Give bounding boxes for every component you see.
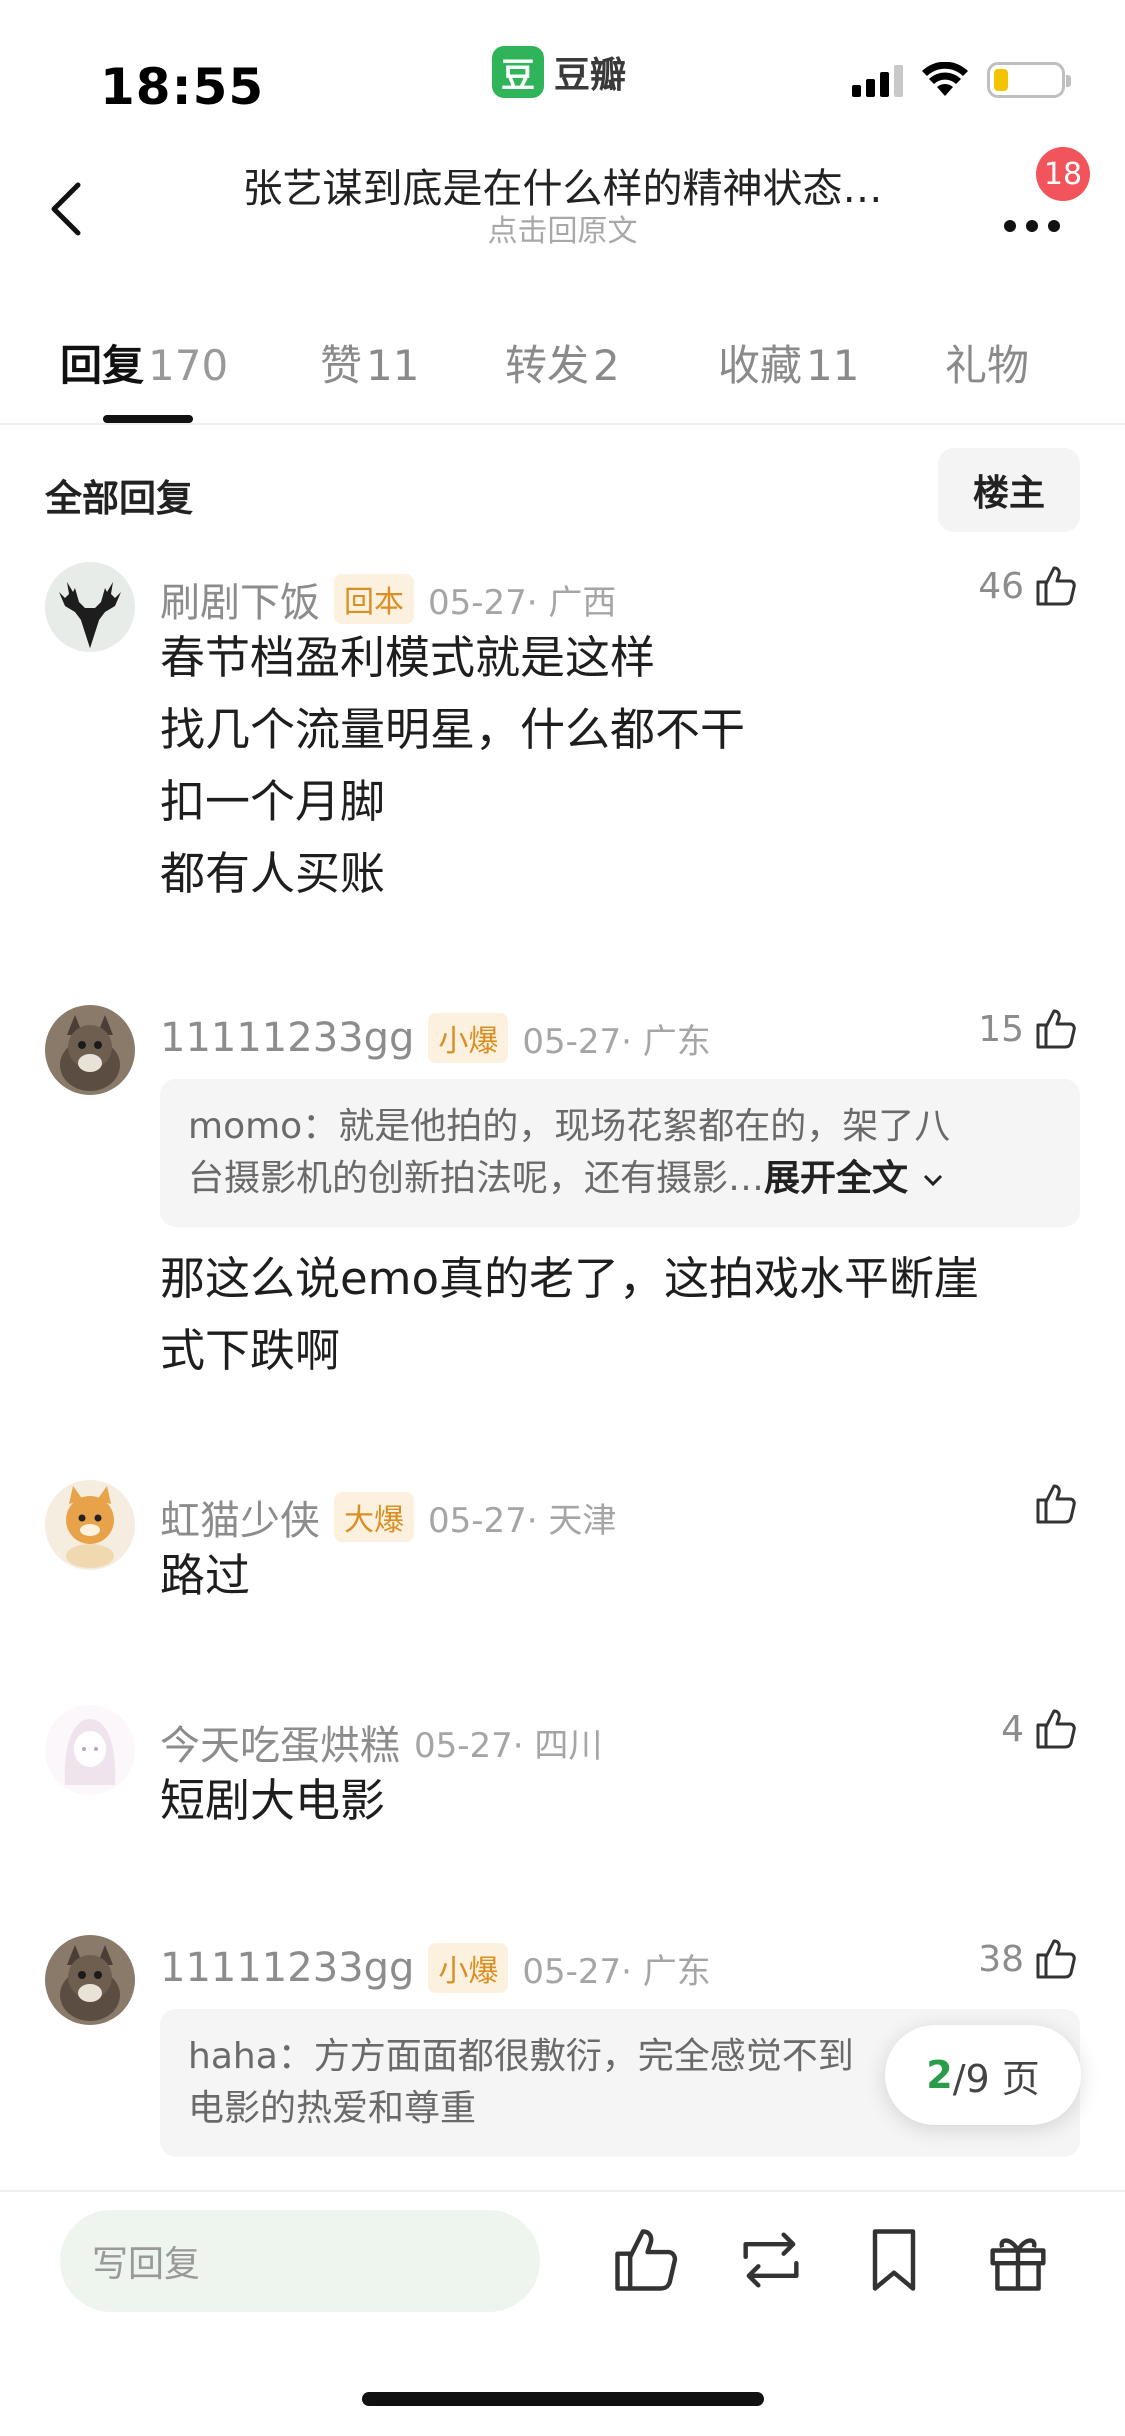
comment-date-location: 05-27· 广西 bbox=[428, 582, 617, 623]
username[interactable]: 刷剧下饭 bbox=[160, 570, 320, 628]
page-indicator-button[interactable]: 2/9 页 bbox=[885, 2025, 1081, 2125]
user-level-badge: 大爆 bbox=[334, 1492, 414, 1542]
like-count: 4 bbox=[1001, 1708, 1024, 1750]
thumbs-up-icon bbox=[1036, 1009, 1076, 1049]
back-to-original-link[interactable]: 点击回原文 bbox=[150, 206, 975, 250]
tab-bar: 回复170 赞11 转发2 收藏11 礼物 bbox=[0, 320, 1125, 425]
tab-gifts[interactable]: 礼物 bbox=[945, 332, 1029, 393]
thumbs-up-icon bbox=[1036, 1939, 1076, 1979]
comment-text: 那这么说emo真的老了，这拍戏水平断崖 式下跌啊 bbox=[160, 1252, 980, 1377]
avatar[interactable] bbox=[45, 562, 135, 652]
like-count: 15 bbox=[978, 1008, 1024, 1050]
app-name: 豆瓣 bbox=[554, 55, 627, 96]
battery-icon bbox=[987, 62, 1071, 98]
cat-avatar-icon bbox=[45, 1935, 135, 2025]
repost-icon[interactable] bbox=[733, 2222, 809, 2298]
notification-badge: 18 bbox=[1036, 147, 1090, 201]
status-time: 18:55 bbox=[100, 58, 265, 116]
username[interactable]: 11111233gg bbox=[160, 1945, 414, 1991]
comment-text: 春节档盈利模式就是这样 找几个流量明星，什么都不干 扣一个月脚 都有人买账 bbox=[160, 631, 746, 900]
like-post-icon[interactable] bbox=[608, 2222, 684, 2298]
deer-avatar-icon bbox=[45, 562, 135, 652]
current-page: 2 bbox=[926, 2053, 953, 2097]
app-badge: 豆 豆瓣 bbox=[492, 46, 626, 98]
op-only-filter-button[interactable]: 楼主 bbox=[938, 448, 1080, 532]
status-bar: 18:55 豆 豆瓣 bbox=[0, 0, 1125, 150]
like-button[interactable]: 46 bbox=[978, 562, 1080, 610]
total-pages: /9 页 bbox=[952, 2056, 1040, 2101]
like-button[interactable]: 4 bbox=[1001, 1705, 1080, 1753]
home-indicator bbox=[362, 2392, 764, 2406]
comment-date-location: 05-27· 天津 bbox=[428, 1500, 617, 1541]
user-level-badge: 回本 bbox=[334, 574, 414, 624]
comment-date-location: 05-27· 广东 bbox=[522, 1021, 711, 1062]
username[interactable]: 虹猫少侠 bbox=[160, 1488, 320, 1546]
gift-icon[interactable] bbox=[980, 2222, 1056, 2298]
comment-date-location: 05-27· 广东 bbox=[522, 1951, 711, 1992]
tab-likes[interactable]: 赞11 bbox=[320, 332, 419, 393]
thumbs-up-icon bbox=[1036, 566, 1076, 606]
cat-avatar-icon bbox=[45, 1005, 135, 1095]
like-count: 38 bbox=[978, 1938, 1024, 1980]
quoted-reply[interactable]: momo：就是他拍的，现场花絮都在的，架了八 台摄影机的创新拍法呢，还有摄影…展… bbox=[160, 1079, 1080, 1227]
comment-text: 短剧大电影 bbox=[160, 1774, 386, 1827]
user-level-badge: 小爆 bbox=[428, 1013, 509, 1063]
thumbs-up-icon bbox=[1036, 1484, 1076, 1524]
anime-girl-avatar-icon bbox=[45, 1705, 135, 1795]
tab-reposts[interactable]: 转发2 bbox=[505, 332, 620, 393]
like-button[interactable]: 15 bbox=[978, 1005, 1080, 1053]
reply-input[interactable]: 写回复 bbox=[60, 2210, 540, 2312]
tab-replies[interactable]: 回复170 bbox=[60, 332, 228, 393]
like-button[interactable] bbox=[1024, 1480, 1080, 1528]
nav-bar: 张艺谋到底是在什么样的精神状态… 点击回原文 bbox=[0, 150, 1125, 260]
chevron-down-icon bbox=[923, 1174, 942, 1187]
comment-text: 路过 bbox=[160, 1549, 251, 1602]
wifi-icon bbox=[922, 62, 968, 96]
tab-favorites[interactable]: 收藏11 bbox=[718, 332, 859, 393]
back-arrow-icon[interactable] bbox=[40, 165, 100, 245]
user-level-badge: 小爆 bbox=[428, 1943, 509, 1993]
avatar[interactable] bbox=[45, 1005, 135, 1095]
comment-date-location: 05-27· 四川 bbox=[414, 1725, 603, 1766]
avatar[interactable] bbox=[45, 1705, 135, 1795]
bookmark-icon[interactable] bbox=[856, 2222, 932, 2298]
tiger-cartoon-avatar-icon bbox=[45, 1480, 135, 1570]
douban-logo-icon: 豆 bbox=[492, 46, 544, 98]
avatar[interactable] bbox=[45, 1935, 135, 2025]
section-title: 全部回复 bbox=[45, 477, 193, 520]
cellular-signal-icon bbox=[852, 63, 903, 97]
active-tab-indicator bbox=[103, 415, 193, 423]
avatar[interactable] bbox=[45, 1480, 135, 1570]
expand-full-text-link[interactable]: 展开全文 bbox=[764, 1158, 945, 1199]
like-button[interactable]: 38 bbox=[978, 1935, 1080, 1983]
username[interactable]: 今天吃蛋烘糕 bbox=[160, 1713, 400, 1771]
username[interactable]: 11111233gg bbox=[160, 1015, 414, 1061]
more-dots-icon bbox=[1004, 220, 1060, 232]
like-count: 46 bbox=[978, 565, 1024, 607]
thumbs-up-icon bbox=[1036, 1709, 1076, 1749]
